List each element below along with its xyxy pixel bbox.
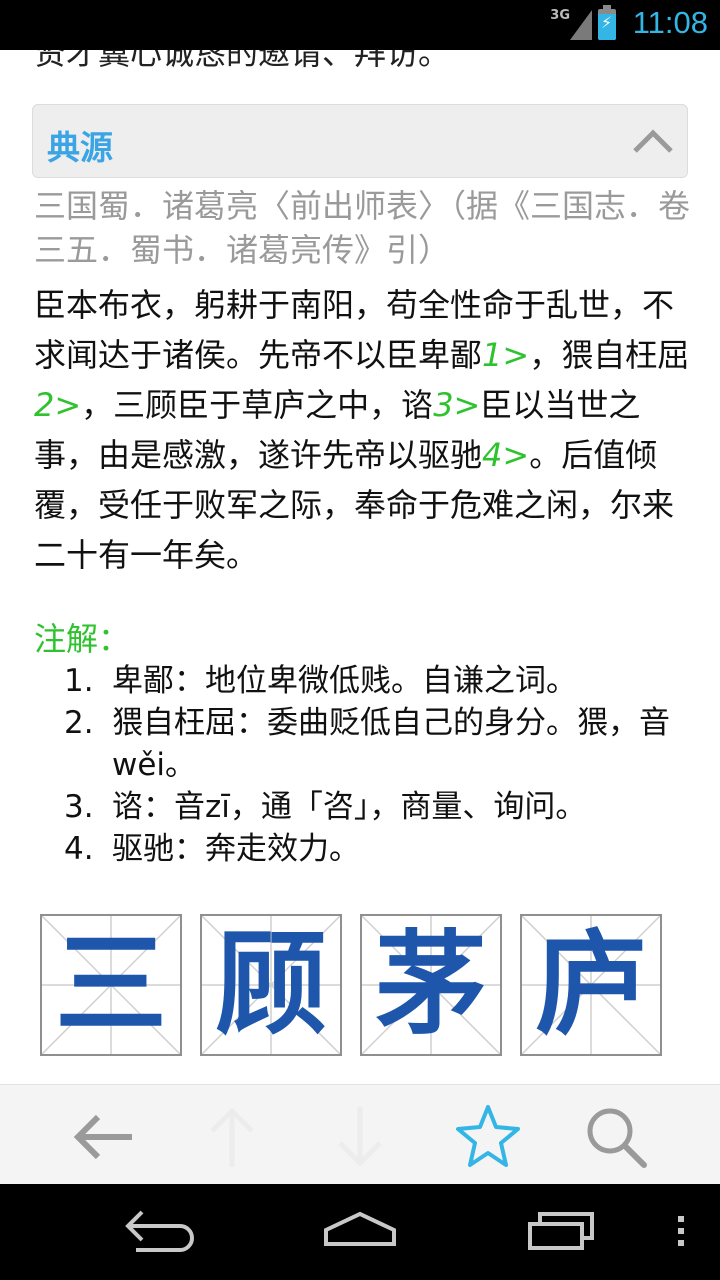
character-tile[interactable]: 顾 [200,914,342,1056]
up-arrow-icon[interactable] [198,1103,266,1171]
character-tile[interactable]: 茅 [360,914,502,1056]
character-tile[interactable]: 三 [40,914,182,1056]
tile-character: 三 [55,920,167,1050]
note-item: 2. 猥自枉屈：委曲贬低自己的身分。猥，音wěi。 [64,702,694,786]
back-icon[interactable] [122,1204,196,1254]
back-arrow-icon[interactable] [70,1103,138,1171]
battery-icon: ⚡ [598,5,616,40]
character-tile[interactable]: 庐 [520,914,662,1056]
chevron-up-icon[interactable] [631,127,675,155]
clock: 11:08 [632,5,708,40]
note-text: 猥自枉屈：委曲贬低自己的身分。猥，音wěi。 [112,705,670,783]
footnote-link-2[interactable]: 2> [34,386,81,424]
recents-icon[interactable] [526,1204,598,1254]
tile-character: 茅 [375,920,487,1050]
note-number: 2. [64,705,94,741]
menu-icon[interactable] [674,1204,688,1254]
tile-character: 庐 [535,920,647,1050]
source-title: 典源 [47,128,113,167]
note-text: 卑鄙：地位卑微低贱。自谦之词。 [112,663,577,699]
down-arrow-icon[interactable] [326,1103,394,1171]
note-item: 1. 卑鄙：地位卑微低贱。自谦之词。 [64,660,694,702]
note-number: 3. [64,789,94,825]
note-text: 谘：音zī，通「咨」，商量、询问。 [112,789,587,825]
star-icon[interactable] [454,1103,522,1171]
note-number: 1. [64,663,94,699]
quote-part: ，三顾臣于草庐之中，谘 [81,386,434,424]
note-text: 驱驰：奔走效力。 [112,831,360,867]
home-icon[interactable] [322,1204,398,1254]
search-icon[interactable] [582,1103,650,1171]
cut-off-text: 贤才冀心诚恳的邀请、拜访。 [34,50,451,72]
entry-content[interactable]: 贤才冀心诚恳的邀请、拜访。 典源 三国蜀．诸葛亮〈前出师表〉（据《三国志．卷三五… [0,50,720,1084]
network-type: 3G [550,8,570,23]
footnote-link-3[interactable]: 3> [433,386,480,424]
note-item: 4. 驱驰：奔走效力。 [64,828,694,870]
character-tiles: 三 顾 茅 庐 [40,914,680,1058]
footnote-link-1[interactable]: 1> [482,336,529,374]
bottom-toolbar [0,1084,720,1185]
signal-icon [570,10,592,40]
quote-part: ，猥自枉屈 [529,336,690,374]
status-bar: 3G ⚡ 11:08 [0,0,720,50]
notes-title: 注解： [34,620,131,658]
tile-character: 顾 [215,920,327,1050]
citation-text: 三国蜀．诸葛亮〈前出师表〉（据《三国志．卷三五．蜀书．诸葛亮传》引） [34,187,691,269]
source-section-header[interactable]: 典源 [32,104,688,178]
system-nav-bar [0,1184,720,1280]
note-item: 3. 谘：音zī，通「咨」，商量、询问。 [64,786,694,828]
footnote-link-4[interactable]: 4> [482,436,529,474]
notes-list: 1. 卑鄙：地位卑微低贱。自谦之词。 2. 猥自枉屈：委曲贬低自己的身分。猥，音… [64,660,694,870]
note-number: 4. [64,831,94,867]
quote-text: 臣本布衣，躬耕于南阳，苟全性命于乱世，不求闻达于诸侯。先帝不以臣卑鄙1>，猥自枉… [34,280,694,580]
